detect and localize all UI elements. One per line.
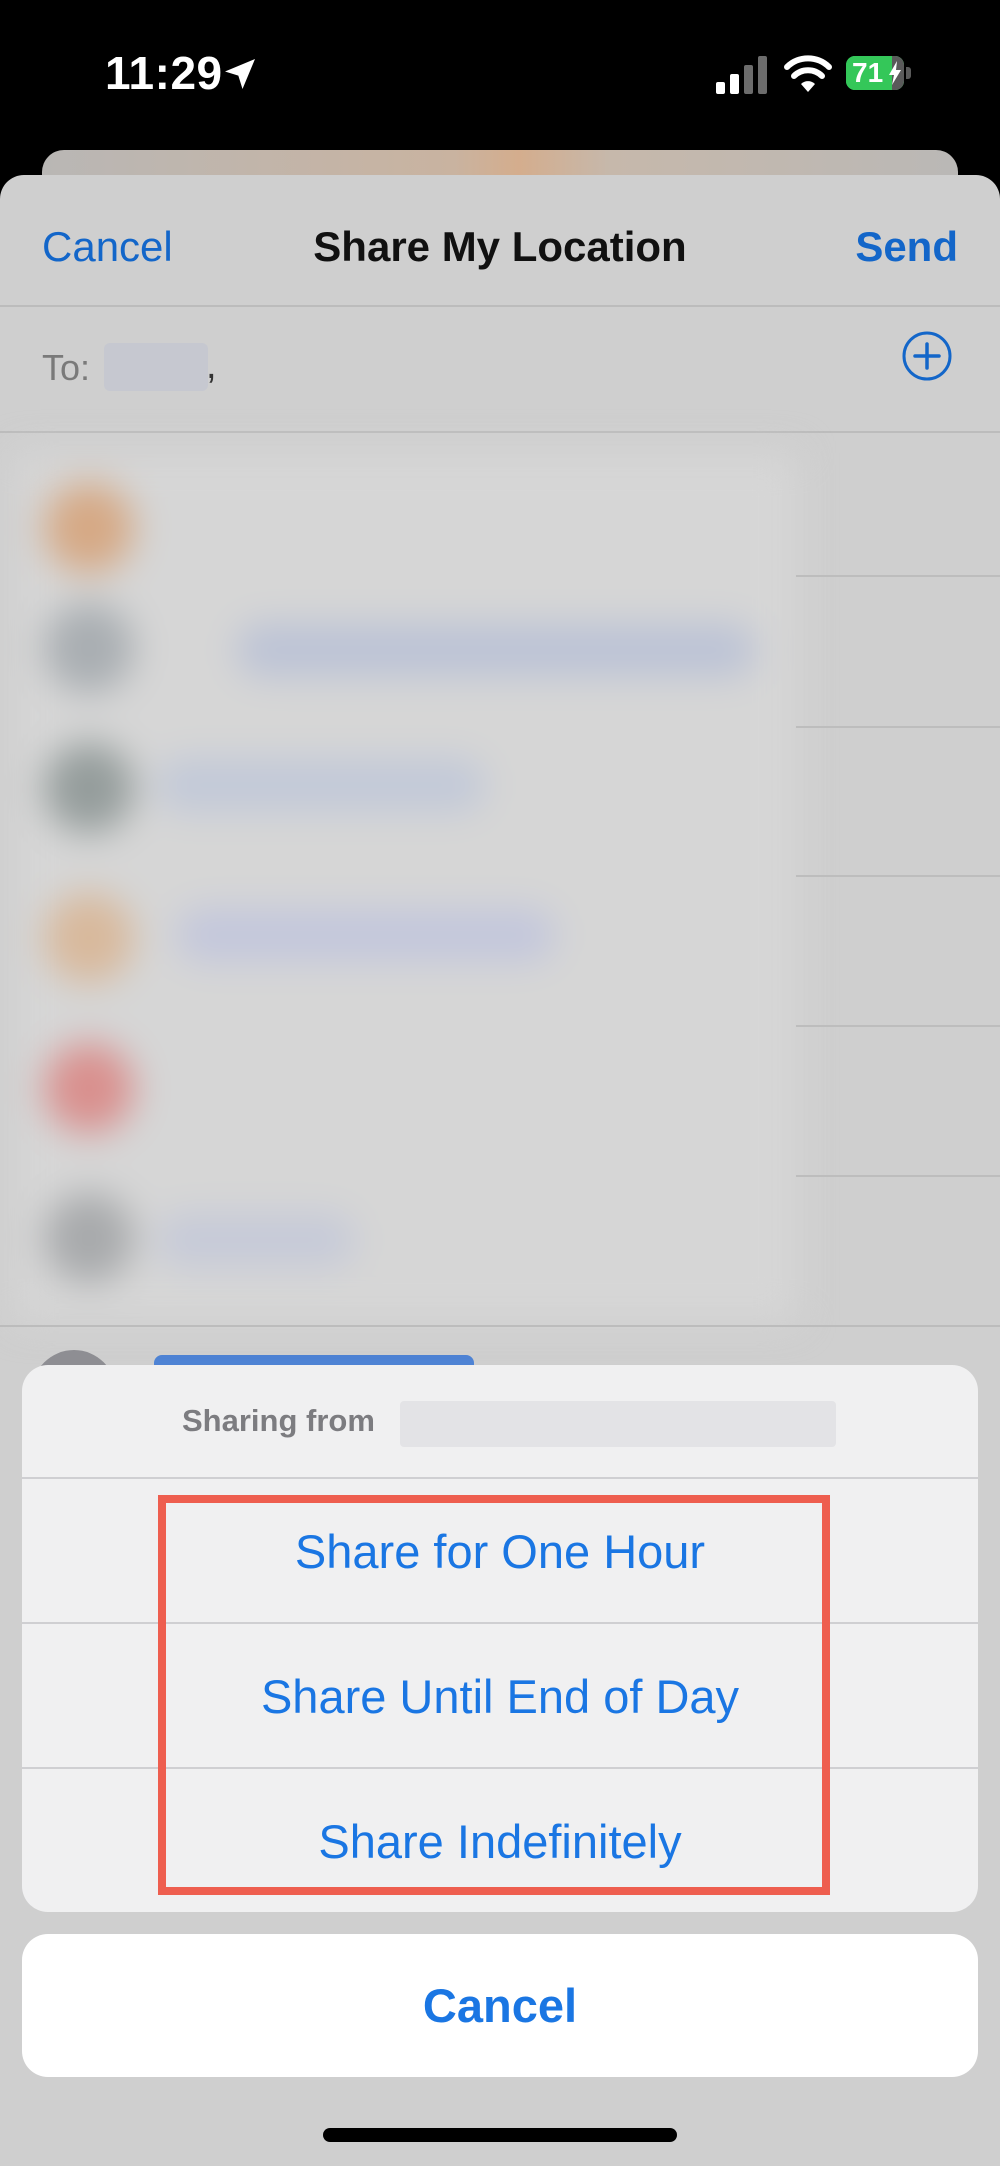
cellular-signal-icon <box>716 56 767 94</box>
list-item <box>156 758 486 812</box>
send-button[interactable]: Send <box>855 223 958 271</box>
recipient-token[interactable] <box>104 343 208 391</box>
avatar <box>44 1193 134 1283</box>
home-indicator[interactable] <box>323 2128 677 2142</box>
battery-charging-icon: 71 <box>846 56 914 92</box>
list-item <box>236 623 756 677</box>
charging-bolt-icon <box>889 61 901 85</box>
phone-screen: 11:29 71 Cancel Share My Location Send T… <box>0 0 1000 2166</box>
recipient-separator: , <box>206 345 217 387</box>
status-bar: 11:29 71 <box>0 0 1000 150</box>
list-item <box>156 1213 356 1267</box>
device-name-redacted <box>400 1401 836 1447</box>
action-sheet-header: Sharing from <box>22 1365 978 1479</box>
avatar <box>44 893 134 983</box>
share-duration-action-sheet: Sharing from Share for One Hour Share Un… <box>22 1365 978 1912</box>
status-time: 11:29 <box>105 47 223 99</box>
avatar <box>44 603 134 693</box>
contact-list-blurred <box>16 453 796 1321</box>
avatar <box>44 483 134 573</box>
row-divider <box>796 1175 1000 1177</box>
battery-percent: 71 <box>852 57 884 88</box>
nav-cancel-button[interactable]: Cancel <box>42 223 173 271</box>
to-label: To: <box>42 347 91 388</box>
action-sheet-cancel-button[interactable]: Cancel <box>22 1934 978 2077</box>
share-indefinitely-button[interactable]: Share Indefinitely <box>22 1767 978 1912</box>
share-one-hour-button[interactable]: Share for One Hour <box>22 1479 978 1624</box>
row-divider <box>796 1025 1000 1027</box>
avatar <box>44 743 134 833</box>
wifi-icon <box>784 55 832 92</box>
location-arrow-icon <box>225 59 255 89</box>
sharing-from-label: Sharing from <box>182 1403 375 1438</box>
list-item <box>176 908 556 962</box>
row-divider <box>796 875 1000 877</box>
to-field[interactable]: To: , <box>0 305 1000 433</box>
row-divider <box>0 1325 1000 1327</box>
row-divider <box>796 726 1000 728</box>
share-until-end-of-day-button[interactable]: Share Until End of Day <box>22 1622 978 1769</box>
row-divider <box>796 575 1000 577</box>
avatar <box>44 1043 134 1133</box>
nav-bar: Cancel Share My Location Send <box>0 175 1000 305</box>
plus-circle-icon[interactable] <box>902 331 952 381</box>
